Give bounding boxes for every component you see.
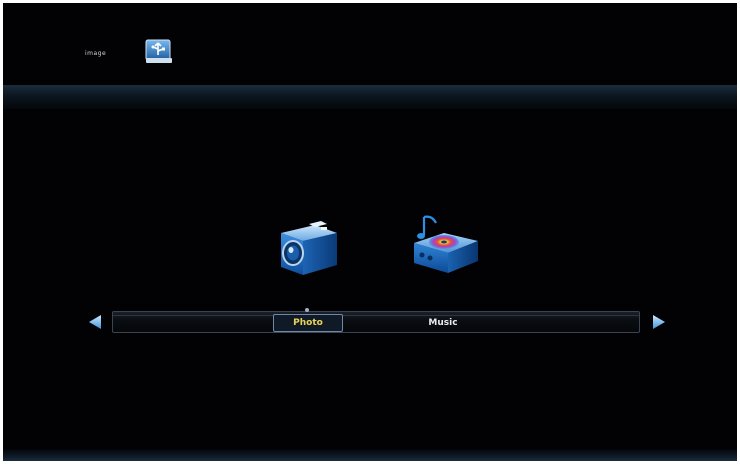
- category-music[interactable]: Music: [413, 316, 473, 330]
- footer-band: [3, 449, 737, 461]
- arrow-left-icon[interactable]: [87, 314, 103, 330]
- media-screen: image Photo Music: [3, 3, 737, 461]
- arrow-right-icon[interactable]: [651, 314, 667, 330]
- bar-highlight-line: [113, 315, 639, 316]
- music-box-icon[interactable]: [410, 209, 482, 275]
- header-divider-band: [3, 85, 737, 109]
- category-bar: Photo Music: [112, 308, 640, 333]
- source-label: image: [85, 50, 107, 57]
- selection-marker: [305, 308, 309, 312]
- camera-icon[interactable]: [275, 219, 341, 277]
- header: image: [3, 3, 737, 85]
- usb-drive-icon[interactable]: [144, 38, 174, 66]
- category-photo[interactable]: Photo: [273, 314, 343, 332]
